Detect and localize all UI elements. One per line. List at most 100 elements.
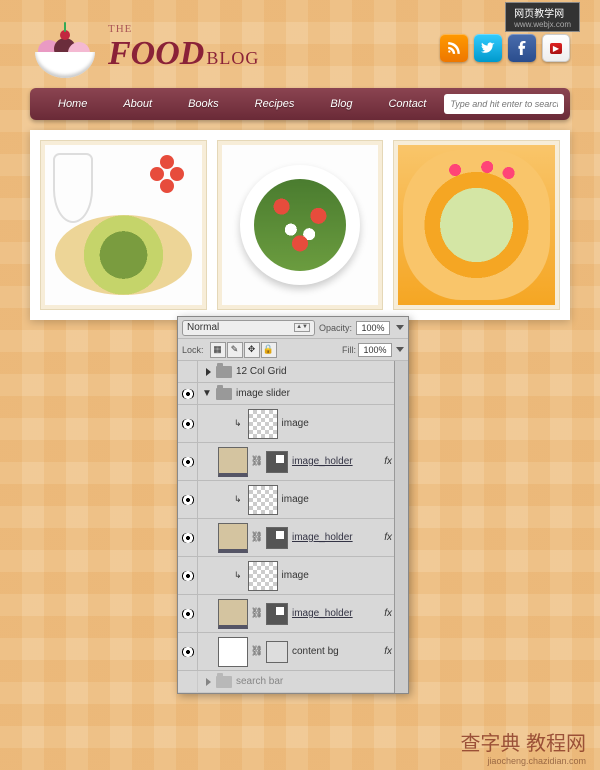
fx-badge[interactable]: fx	[384, 608, 392, 619]
disclosure-closed-icon[interactable]	[202, 677, 212, 687]
visibility-toggle[interactable]	[178, 481, 198, 518]
slider-card-2[interactable]	[217, 140, 384, 310]
eye-icon	[181, 389, 195, 399]
logo[interactable]: THE FOODBLOG	[30, 18, 259, 78]
visibility-toggle[interactable]	[178, 443, 198, 480]
fill-input[interactable]: 100%	[358, 343, 392, 357]
layer-name: 12 Col Grid	[236, 366, 287, 377]
layer-name: image slider	[236, 388, 290, 399]
visibility-toggle[interactable]	[178, 671, 198, 692]
clip-indicator-icon: ↳	[234, 570, 242, 581]
visibility-toggle[interactable]	[178, 383, 198, 404]
fx-badge[interactable]: fx	[384, 532, 392, 543]
logo-text: THE FOODBLOG	[108, 23, 259, 73]
mask-thumb	[266, 603, 288, 625]
slider-card-3[interactable]	[393, 140, 560, 310]
opacity-dropdown-icon[interactable]	[396, 325, 404, 330]
link-icon[interactable]: ⛓	[252, 646, 262, 657]
disclosure-open-icon[interactable]: ▼	[202, 389, 212, 399]
layer-row-slider-group[interactable]: ▼ image slider	[178, 383, 408, 405]
layers-panel: Normal ▲▼ Opacity: 100% Lock: ▦ ✎ ✥ 🔒 Fi…	[177, 316, 409, 694]
layer-name: image_holder	[292, 532, 353, 543]
search-input[interactable]	[444, 94, 564, 114]
layer-thumb	[218, 637, 248, 667]
visibility-toggle[interactable]	[178, 519, 198, 556]
visibility-toggle[interactable]	[178, 361, 198, 382]
opacity-value: 100%	[361, 323, 384, 333]
visibility-toggle[interactable]	[178, 557, 198, 594]
layer-row-content-bg[interactable]: ⛓ content bg fx ▾	[178, 633, 408, 671]
layer-thumb	[248, 561, 278, 591]
layers-scrollbar[interactable]	[394, 361, 408, 693]
layer-row-image-2[interactable]: ↳ image	[178, 481, 408, 519]
nav-search	[444, 94, 564, 114]
youtube-icon[interactable]: ▶	[542, 34, 570, 62]
lock-pixels-icon[interactable]: ✎	[227, 342, 243, 358]
layer-thumb	[248, 485, 278, 515]
link-icon[interactable]: ⛓	[252, 456, 262, 467]
visibility-toggle[interactable]	[178, 633, 198, 670]
eye-icon	[181, 571, 195, 581]
main-nav: Home About Books Recipes Blog Contact	[30, 88, 570, 120]
eye-icon	[181, 609, 195, 619]
layer-row-image-1[interactable]: ↳ image	[178, 405, 408, 443]
layer-thumb	[218, 523, 248, 553]
nav-about[interactable]: About	[105, 98, 170, 110]
nav-home[interactable]: Home	[40, 98, 105, 110]
slider-card-1[interactable]	[40, 140, 207, 310]
blend-mode-select[interactable]: Normal ▲▼	[182, 320, 315, 336]
layer-thumb	[248, 409, 278, 439]
source-badge-text: 网页教学网	[514, 5, 571, 20]
layer-row-holder-3[interactable]: ⛓ image_holder fx ▾	[178, 595, 408, 633]
layer-row-grid[interactable]: 12 Col Grid	[178, 361, 408, 383]
nav-books[interactable]: Books	[170, 98, 237, 110]
layers-lock-row: Lock: ▦ ✎ ✥ 🔒 Fill: 100%	[178, 339, 408, 361]
folder-icon	[216, 676, 232, 688]
disclosure-closed-icon[interactable]	[202, 367, 212, 377]
eye-icon	[181, 533, 195, 543]
layers-blend-row: Normal ▲▼ Opacity: 100%	[178, 317, 408, 339]
layer-name: image	[282, 418, 309, 429]
lock-all-icon[interactable]: 🔒	[261, 342, 277, 358]
mask-thumb	[266, 527, 288, 549]
eye-icon	[181, 495, 195, 505]
layer-name: search bar	[236, 676, 283, 687]
fx-badge[interactable]: fx	[384, 646, 392, 657]
link-icon[interactable]: ⛓	[252, 532, 262, 543]
layer-row-holder-2[interactable]: ⛓ image_holder fx ▾	[178, 519, 408, 557]
nav-contact[interactable]: Contact	[370, 98, 444, 110]
layer-row-holder-1[interactable]: ⛓ image_holder fx ▾	[178, 443, 408, 481]
opacity-input[interactable]: 100%	[356, 321, 390, 335]
facebook-icon[interactable]	[508, 34, 536, 62]
layer-name: content bg	[292, 646, 339, 657]
layer-thumb	[218, 599, 248, 629]
layer-name: image	[282, 570, 309, 581]
layer-row-image-3[interactable]: ↳ image	[178, 557, 408, 595]
visibility-toggle[interactable]	[178, 595, 198, 632]
layer-row-search-bar[interactable]: search bar	[178, 671, 408, 693]
fill-value: 100%	[363, 345, 386, 355]
lock-position-icon[interactable]: ✥	[244, 342, 260, 358]
layer-name: image	[282, 494, 309, 505]
watermark-sub: jiaocheng.chazidian.com	[487, 756, 586, 766]
visibility-toggle[interactable]	[178, 405, 198, 442]
rss-icon[interactable]	[440, 34, 468, 62]
logo-blog: BLOG	[206, 48, 259, 68]
logo-icecream-icon	[30, 18, 100, 78]
eye-icon	[181, 647, 195, 657]
mask-thumb	[266, 451, 288, 473]
link-icon[interactable]: ⛓	[252, 608, 262, 619]
lock-transparency-icon[interactable]: ▦	[210, 342, 226, 358]
opacity-label: Opacity:	[319, 323, 352, 333]
mask-thumb	[266, 641, 288, 663]
select-stepper-icon: ▲▼	[294, 323, 310, 332]
nav-recipes[interactable]: Recipes	[237, 98, 313, 110]
fill-dropdown-icon[interactable]	[396, 347, 404, 352]
nav-blog[interactable]: Blog	[312, 98, 370, 110]
youtube-inner: ▶	[550, 43, 562, 54]
clip-indicator-icon: ↳	[234, 494, 242, 505]
fx-badge[interactable]: fx	[384, 456, 392, 467]
lock-label: Lock:	[182, 345, 204, 355]
fill-label: Fill:	[342, 345, 356, 355]
twitter-icon[interactable]	[474, 34, 502, 62]
